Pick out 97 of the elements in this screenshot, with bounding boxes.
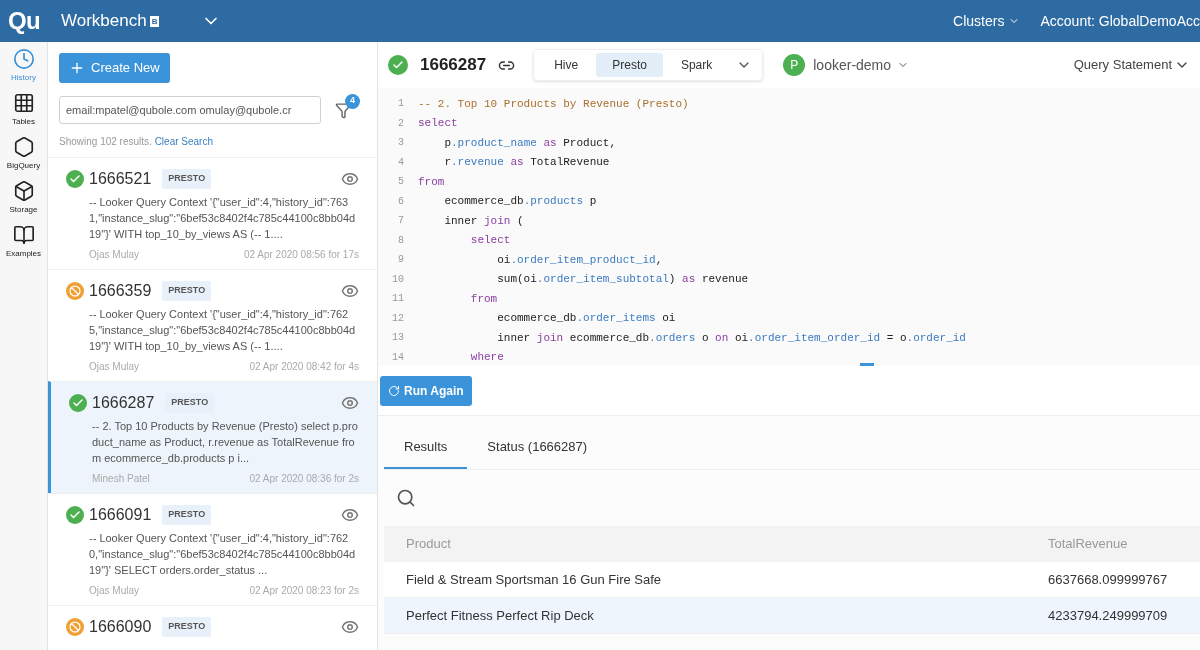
line-number: 3 xyxy=(397,136,405,151)
engine-tab[interactable]: Presto xyxy=(596,53,663,77)
app-title: Workbench xyxy=(61,10,147,33)
line-number: 9 xyxy=(397,253,405,268)
query-id: 1666287 xyxy=(92,393,155,413)
table-cell-text: 6637668.099999767 xyxy=(1048,570,1169,589)
query-user: Ojas Mulay xyxy=(89,584,139,598)
plus-icon xyxy=(69,60,85,76)
clock-icon xyxy=(12,48,35,70)
table-cell-text: 4233794.249999709 xyxy=(1048,606,1169,625)
query-id: 1666521 xyxy=(89,169,152,189)
header-menu[interactable]: Account: GlobalDemoAcc xyxy=(1040,10,1200,32)
table-row[interactable]: Perfect Fitness Perfect Rip Deck 4233794.249999709 xyxy=(384,598,1200,634)
code-line: where xyxy=(469,350,504,365)
query-list-item[interactable]: 1666090 PRESTO xyxy=(48,605,377,650)
results-tab[interactable]: Results xyxy=(384,427,468,469)
code-line: p.product_name as Product, xyxy=(443,135,617,151)
view-icon[interactable] xyxy=(341,282,359,300)
code-line: oi.order_item_product_id, xyxy=(496,252,663,268)
line-number: 8 xyxy=(397,233,405,248)
line-number: 11 xyxy=(391,292,405,307)
engine-tag: PRESTO xyxy=(162,281,212,301)
code-line: ecommerce_db.products p xyxy=(443,194,597,209)
engine-tab[interactable]: Hive xyxy=(538,53,595,77)
query-time: 02 Apr 2020 08:23 for 2s xyxy=(249,584,359,598)
resize-handle[interactable] xyxy=(860,363,874,366)
query-id: 1666090 xyxy=(89,617,152,637)
query-preview: -- Looker Query Context '{"user_id":4,"history_id":7625,"instance_slug":"6bef53c8402f4c785c44100c8bb04d19"}' WITH top_10_by_views AS (-- 1.... xyxy=(89,307,357,354)
query-user: Ojas Mulay xyxy=(89,360,139,374)
code-line: ecommerce_db.order_items oi xyxy=(496,311,676,326)
logo[interactable]: Qu xyxy=(7,3,41,39)
line-number: 14 xyxy=(391,350,405,365)
table-cell-text: Field & Stream Sportsman 16 Gun Fire Safe xyxy=(406,570,663,589)
view-icon[interactable] xyxy=(341,394,359,412)
line-number: 5 xyxy=(397,175,405,190)
view-icon[interactable] xyxy=(341,170,359,188)
rail-item[interactable]: Tables xyxy=(1,92,46,128)
line-number: 1 xyxy=(397,97,405,112)
results-tab[interactable]: Status (1666287) xyxy=(467,427,608,469)
query-list-item[interactable]: 1666521 PRESTO -- Looker Query Context '{"user_id":4,"history_id":7631,"instance_slug":"6bef53c8402f4c785c44100c8bb04d19"}' WITH top_10_by_views AS (-- 1.... Ojas Mulay 02 Apr 2020 08:56 for 17s xyxy=(48,157,377,269)
line-number: 2 xyxy=(397,116,405,131)
query-preview: -- 2. Top 10 Products by Revenue (Presto) select p.product_name as Product, r.revenue as TotalRevenue from ecommerce_db.products p i... xyxy=(92,419,359,466)
hexagon-icon xyxy=(12,136,35,158)
code-line: sum(oi.order_item_subtotal) as revenue xyxy=(496,272,749,287)
query-time: 02 Apr 2020 08:56 for 17s xyxy=(243,248,359,262)
header-menu[interactable]: Clusters xyxy=(953,10,1021,32)
query-preview: -- Looker Query Context '{"user_id":4,"history_id":7620,"instance_slug":"6bef53c8402f4c785c44100c8bb04d19"}' SELECT orders.order_status ... xyxy=(89,531,357,578)
view-icon[interactable] xyxy=(341,618,359,636)
title-badge: B xyxy=(149,15,160,27)
book-icon xyxy=(12,224,35,246)
rail-item[interactable]: BigQuery xyxy=(1,136,46,172)
query-user: Minesh Patel xyxy=(92,472,150,486)
rail-item[interactable]: Examples xyxy=(1,224,46,260)
query-list-item[interactable]: 1666091 PRESTO -- Looker Query Context '{"user_id":4,"history_id":7620,"instance_slug":"6bef53c8402f4c785c44100c8bb04d19"}' SELECT orders.order_status ... Ojas Mulay 02 Apr 2020 08:23 for 2s xyxy=(48,493,377,605)
view-icon[interactable] xyxy=(341,506,359,524)
cluster-dropdown[interactable]: looker-demo xyxy=(813,54,910,76)
query-user: Ojas Mulay xyxy=(89,248,139,262)
engine-tag: PRESTO xyxy=(162,617,212,637)
code-line: from xyxy=(469,291,498,307)
code-line: select xyxy=(418,116,458,131)
code-line: from xyxy=(418,174,445,190)
table-cell-text: Perfect Fitness Perfect Rip Deck xyxy=(406,606,595,625)
clear-search-link[interactable]: Clear Search xyxy=(154,136,213,147)
line-number: 7 xyxy=(397,214,405,229)
line-number: 4 xyxy=(397,155,405,170)
query-time: 02 Apr 2020 08:42 for 4s xyxy=(249,360,359,374)
column-header: TotalRevenue xyxy=(1048,535,1129,554)
code-line: -- 2. Top 10 Products by Revenue (Presto) xyxy=(418,96,689,112)
cluster-avatar: P xyxy=(783,54,806,76)
query-id: 1666091 xyxy=(89,505,152,525)
query-title: 1666287 xyxy=(420,54,487,77)
code-line: r.revenue as TotalRevenue xyxy=(443,155,610,170)
view-dropdown[interactable]: Query Statement xyxy=(1073,55,1190,75)
line-number: 6 xyxy=(397,194,405,209)
query-list-item[interactable]: 1666287 PRESTO -- 2. Top 10 Products by Revenue (Presto) select p.product_name as Product, r.revenue as TotalRevenue from ecommerce_db.products p i... Minesh Patel 02 Apr 2020 08:36 for 2s xyxy=(48,381,377,493)
query-id: 1666359 xyxy=(89,281,152,301)
refresh-icon xyxy=(388,384,400,397)
search-field[interactable]: email:mpatel@qubole.com omulay@qubole.cr xyxy=(59,96,321,124)
engine-tag: PRESTO xyxy=(165,393,215,413)
code-line: select xyxy=(469,233,511,248)
engine-tab[interactable]: Spark xyxy=(664,53,729,77)
column-header: Product xyxy=(406,535,452,554)
cube-icon xyxy=(12,180,35,202)
search-icon[interactable] xyxy=(396,488,416,508)
query-time: 02 Apr 2020 08:36 for 2s xyxy=(249,472,359,486)
query-preview: -- Looker Query Context '{"user_id":4,"history_id":7631,"instance_slug":"6bef53c8402f4c785c44100c8bb04d19"}' WITH top_10_by_views AS (-- 1.... xyxy=(89,195,357,242)
line-number: 13 xyxy=(391,331,405,346)
rail-item[interactable]: Storage xyxy=(1,180,46,216)
line-number: 10 xyxy=(391,272,405,287)
filter-count: 4 xyxy=(345,93,360,109)
code-line: inner join ( xyxy=(443,213,524,229)
engine-tag: PRESTO xyxy=(162,169,212,189)
line-number: 12 xyxy=(391,311,405,326)
results-summary: Showing 102 results. xyxy=(59,136,152,147)
grid-icon xyxy=(12,92,35,114)
code-line: inner join ecommerce_db.orders o on oi.order_item_order_id = o.order_id xyxy=(496,330,966,346)
engine-tag: PRESTO xyxy=(162,505,212,525)
